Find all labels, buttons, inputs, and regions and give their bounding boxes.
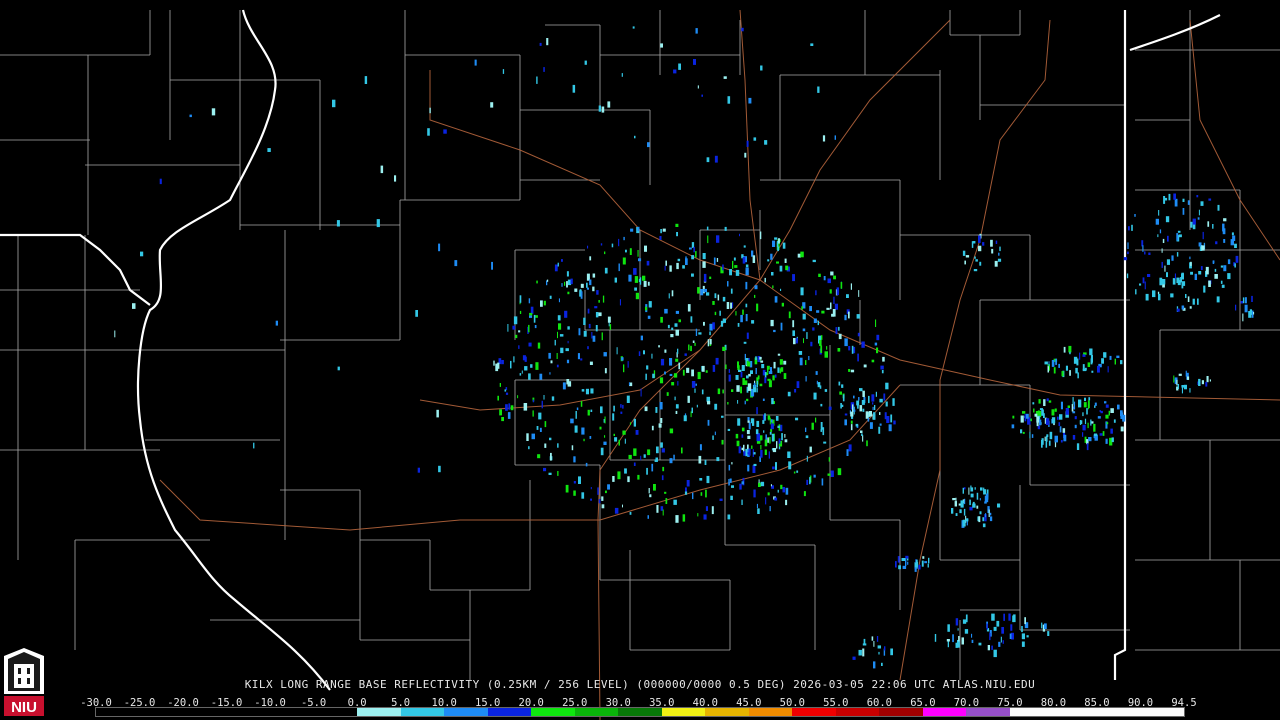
scale-color-0 xyxy=(96,708,140,716)
product-caption: KILX LONG RANGE BASE REFLECTIVITY (0.25K… xyxy=(244,678,1036,691)
scale-color-18 xyxy=(879,708,923,716)
scale-color-9 xyxy=(487,708,532,716)
scale-color-5 xyxy=(313,708,358,716)
niu-logo: NIU xyxy=(4,648,44,716)
scale-color-8 xyxy=(444,708,488,716)
scale-color-16 xyxy=(792,708,836,716)
scale-color-3 xyxy=(226,708,271,716)
county-boundaries xyxy=(0,10,1280,680)
scale-color-13 xyxy=(661,708,706,716)
scale-color-22 xyxy=(1053,708,1097,716)
scale-color-6 xyxy=(357,708,401,716)
scale-color-4 xyxy=(270,708,314,716)
scale-color-21 xyxy=(1009,708,1054,716)
color-scale-labels: -30.0 -25.0 -20.0 -15.0 -10.0 -5.0 0.0 5.0 10.0 1… xyxy=(80,697,1196,709)
scale-color-17 xyxy=(835,708,880,716)
scale-color-19 xyxy=(922,708,967,716)
scale-color-24 xyxy=(1140,708,1184,716)
highways xyxy=(159,9,1280,720)
scale-color-23 xyxy=(1096,708,1141,716)
radar-map xyxy=(0,9,1280,720)
scale-color-11 xyxy=(574,708,619,716)
scale-color-2 xyxy=(183,708,227,716)
scale-color-1 xyxy=(139,708,184,716)
color-scale-bar xyxy=(95,707,1185,717)
scale-color-15 xyxy=(748,708,793,716)
scale-color-10 xyxy=(531,708,575,716)
scale-color-14 xyxy=(705,708,749,716)
scale-color-20 xyxy=(966,708,1010,716)
scale-color-7 xyxy=(400,708,445,716)
scale-color-12 xyxy=(618,708,662,716)
logo-text: NIU xyxy=(11,699,37,716)
